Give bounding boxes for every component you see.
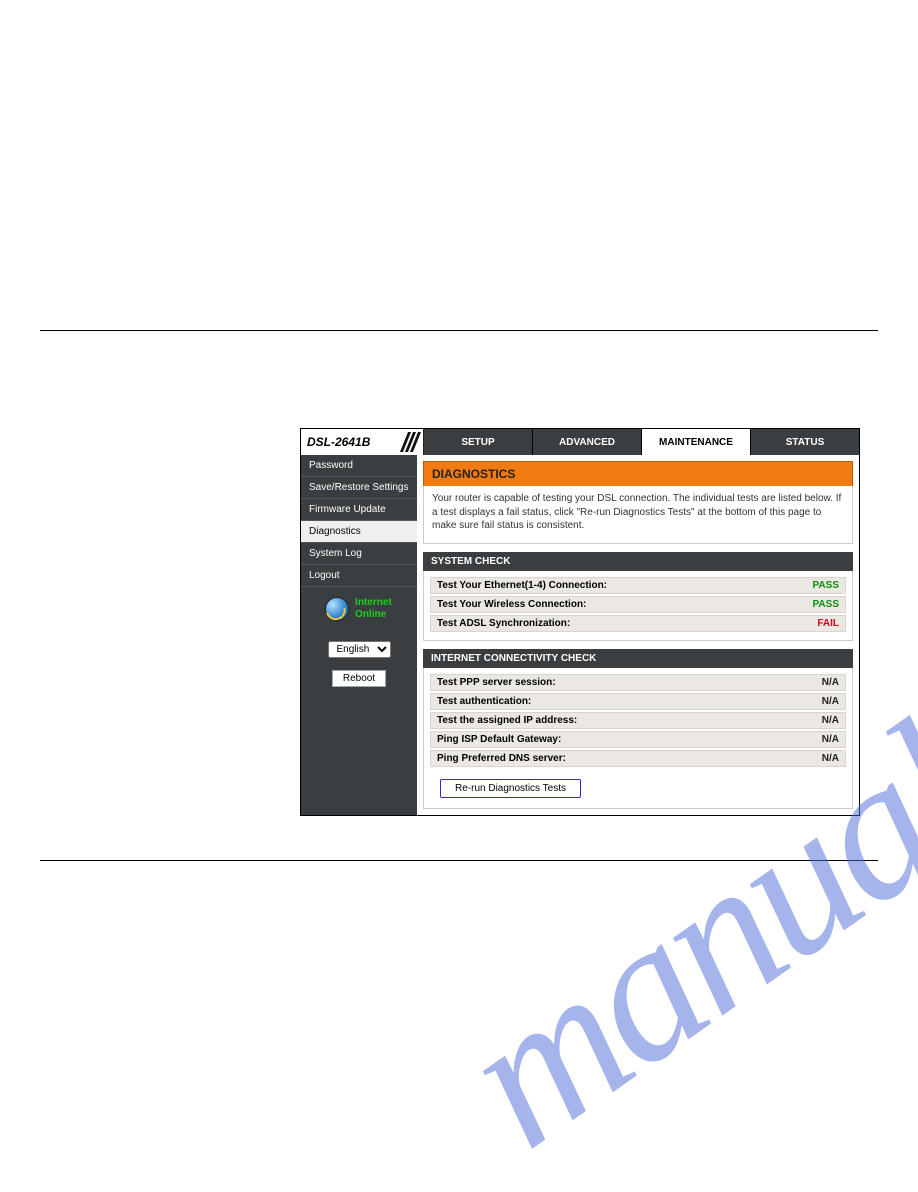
test-label: Test authentication: (437, 696, 531, 707)
sidebar-item-diagnostics[interactable]: Diagnostics (301, 521, 417, 543)
tab-status[interactable]: STATUS (751, 429, 859, 455)
system-check-header: SYSTEM CHECK (423, 552, 853, 571)
top-tab-bar: DSL-2641B SETUP ADVANCED MAINTENANCE STA… (301, 429, 859, 455)
internet-status: Internet Online (301, 597, 417, 621)
table-row: Test authentication: N/A (430, 693, 846, 710)
test-label: Test PPP server session: (437, 677, 556, 688)
internet-status-line1: Internet (355, 597, 392, 608)
table-row: Test PPP server session: N/A (430, 674, 846, 691)
test-label: Test the assigned IP address: (437, 715, 577, 726)
sidebar-item-save-restore[interactable]: Save/Restore Settings (301, 477, 417, 499)
sidebar-item-system-log[interactable]: System Log (301, 543, 417, 565)
table-row: Test Your Ethernet(1-4) Connection: PASS (430, 577, 846, 594)
sidebar-controls: English Reboot (301, 635, 417, 693)
test-status: FAIL (817, 618, 839, 629)
sidebar-item-logout[interactable]: Logout (301, 565, 417, 587)
test-status: N/A (822, 734, 839, 745)
test-status: N/A (822, 696, 839, 707)
connectivity-check-header: INTERNET CONNECTIVITY CHECK (423, 649, 853, 668)
globe-icon (326, 598, 348, 620)
test-label: Ping ISP Default Gateway: (437, 734, 561, 745)
table-row: Ping ISP Default Gateway: N/A (430, 731, 846, 748)
content-area: DIAGNOSTICS Your router is capable of te… (417, 455, 859, 815)
test-status: N/A (822, 715, 839, 726)
diagnostics-title: DIAGNOSTICS (423, 461, 853, 486)
language-select[interactable]: English (328, 641, 391, 658)
model-label: DSL-2641B (301, 429, 424, 455)
tab-maintenance[interactable]: MAINTENANCE (642, 429, 751, 455)
diagnostics-description: Your router is capable of testing your D… (423, 486, 853, 544)
sidebar: Password Save/Restore Settings Firmware … (301, 455, 417, 815)
table-row: Ping Preferred DNS server: N/A (430, 750, 846, 767)
divider-bottom (40, 860, 878, 861)
system-check-body: Test Your Ethernet(1-4) Connection: PASS… (423, 571, 853, 641)
test-status: PASS (813, 580, 840, 591)
connectivity-check-body: Test PPP server session: N/A Test authen… (423, 668, 853, 809)
test-status: PASS (813, 599, 840, 610)
internet-status-line2: Online (355, 609, 386, 620)
test-label: Test Your Wireless Connection: (437, 599, 586, 610)
test-status: N/A (822, 677, 839, 688)
sidebar-item-password[interactable]: Password (301, 455, 417, 477)
rerun-diagnostics-button[interactable]: Re-run Diagnostics Tests (440, 779, 581, 798)
reboot-button[interactable]: Reboot (332, 670, 386, 687)
tab-setup[interactable]: SETUP (424, 429, 533, 455)
sidebar-item-firmware[interactable]: Firmware Update (301, 499, 417, 521)
table-row: Test ADSL Synchronization: FAIL (430, 615, 846, 632)
router-admin-ui: DSL-2641B SETUP ADVANCED MAINTENANCE STA… (300, 428, 860, 816)
test-label: Ping Preferred DNS server: (437, 753, 566, 764)
test-label: Test Your Ethernet(1-4) Connection: (437, 580, 607, 591)
table-row: Test the assigned IP address: N/A (430, 712, 846, 729)
tab-advanced[interactable]: ADVANCED (533, 429, 642, 455)
model-text: DSL-2641B (307, 435, 370, 449)
divider-top (40, 330, 878, 331)
test-label: Test ADSL Synchronization: (437, 618, 570, 629)
main-body: Password Save/Restore Settings Firmware … (301, 455, 859, 815)
test-status: N/A (822, 753, 839, 764)
table-row: Test Your Wireless Connection: PASS (430, 596, 846, 613)
model-stripes-icon (399, 429, 423, 455)
